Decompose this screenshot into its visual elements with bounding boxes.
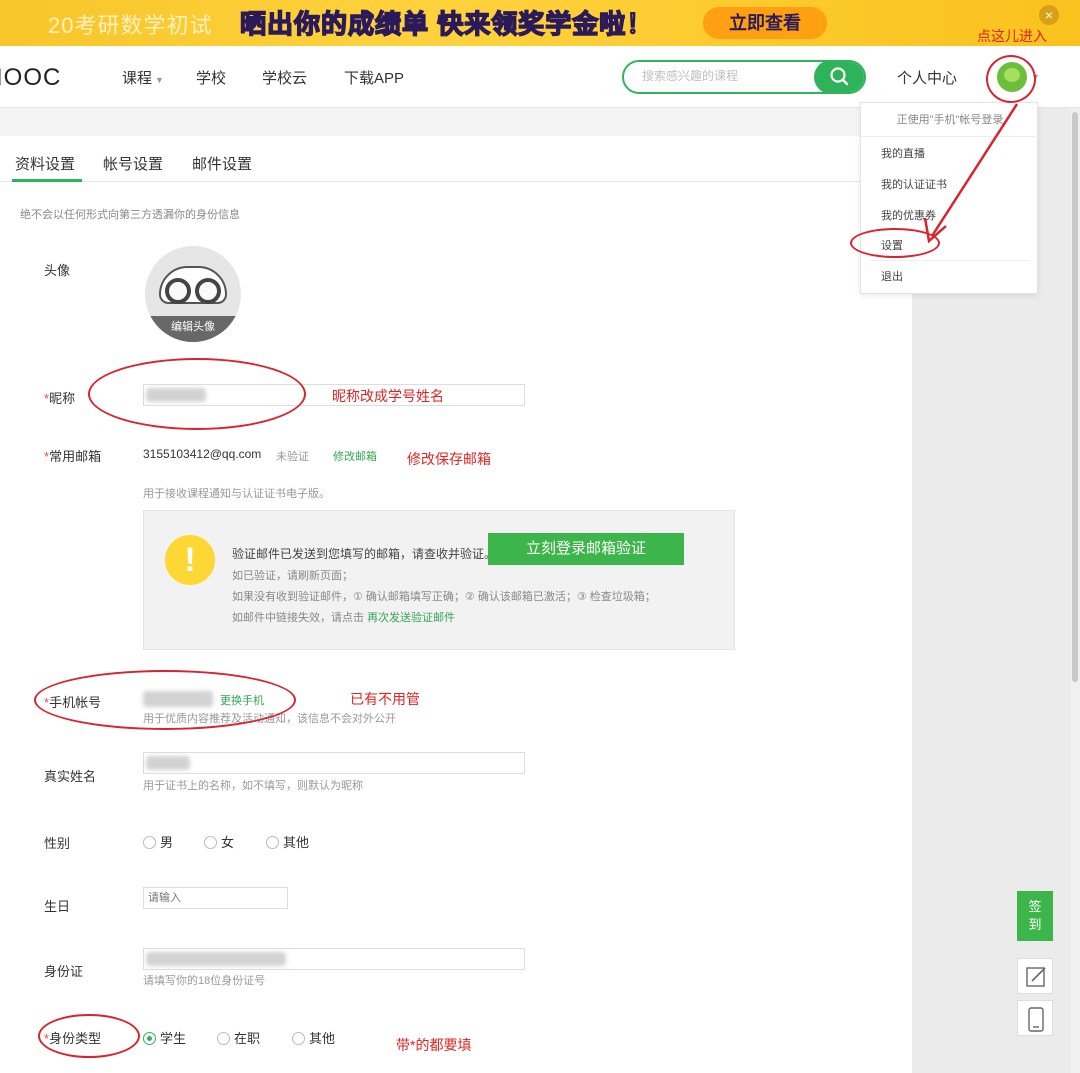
annotation-required: 带*的都要填	[396, 1037, 472, 1053]
annotation-phone: 已有不用管	[350, 691, 420, 707]
annotation-click-here: 点这儿进入	[977, 28, 1047, 44]
annotation-arrow	[923, 103, 1019, 244]
annotation-nickname: 昵称改成学号姓名	[332, 388, 444, 404]
annotation-email: 修改保存邮箱	[407, 451, 491, 467]
